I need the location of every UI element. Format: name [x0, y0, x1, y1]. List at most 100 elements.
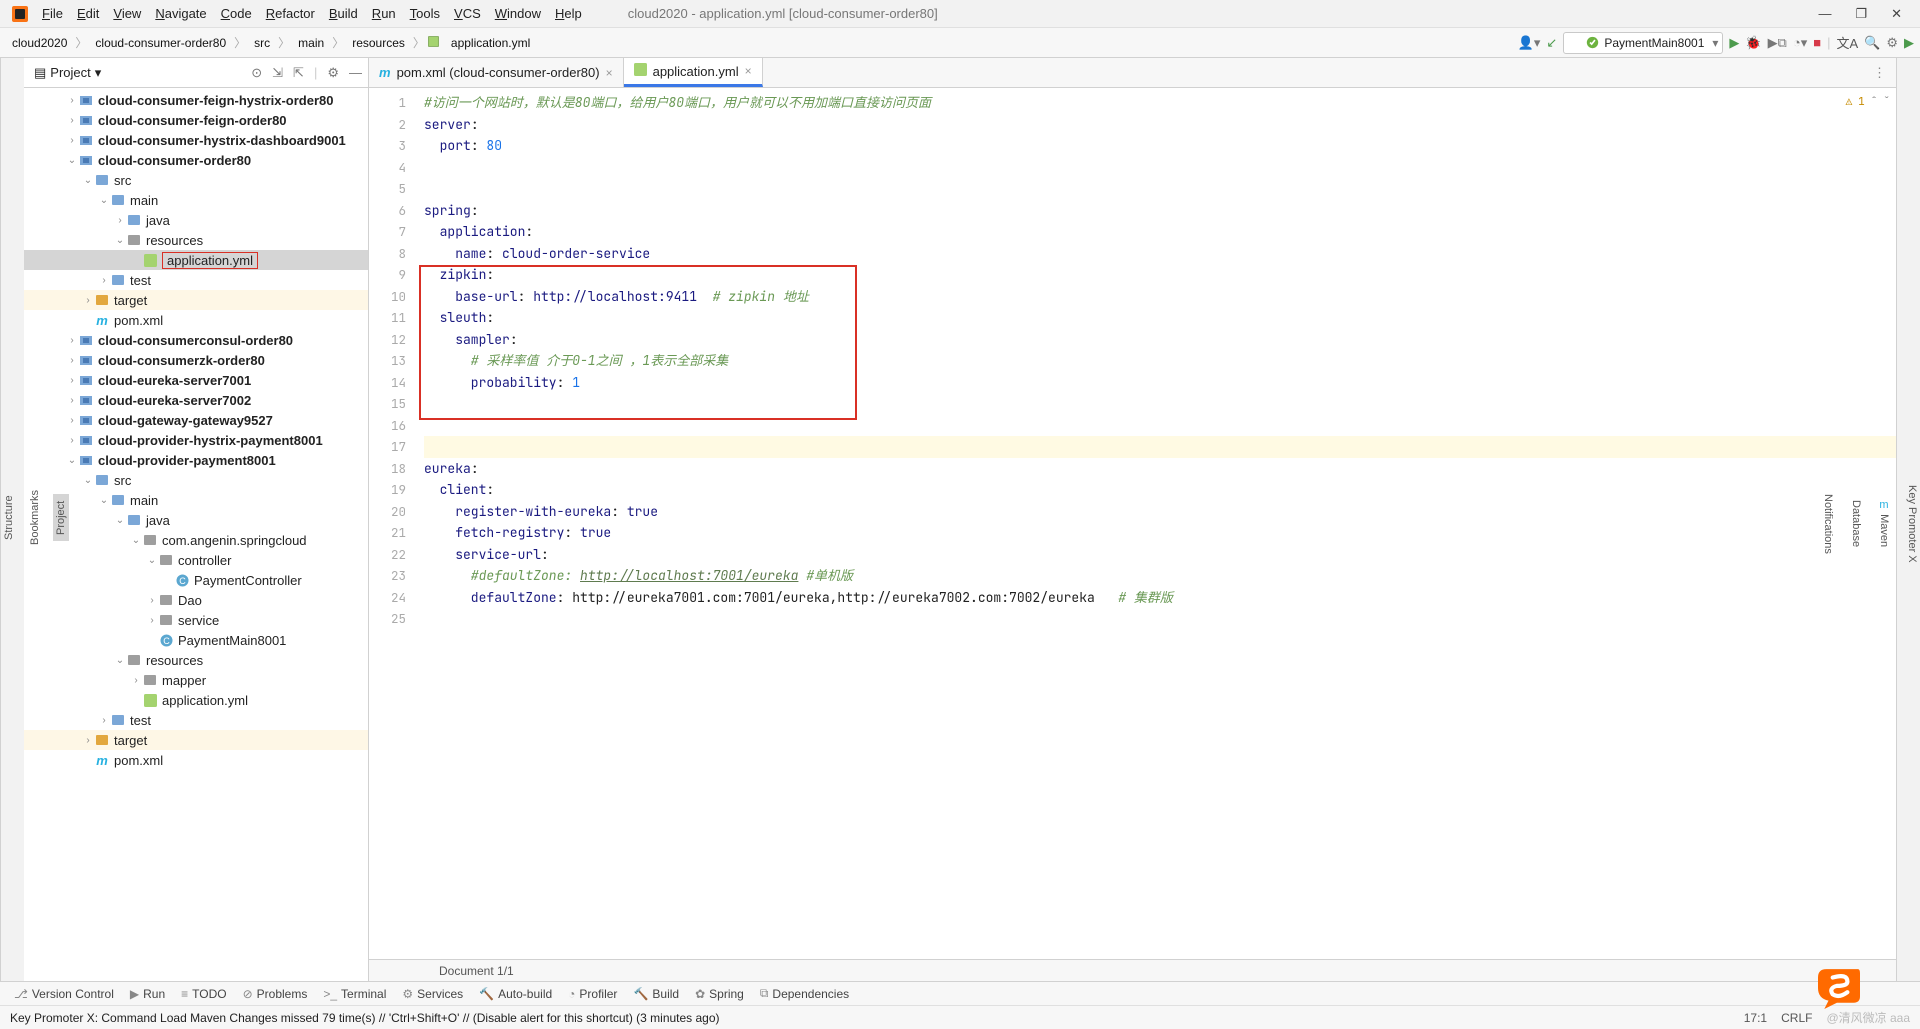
tab-actions-icon[interactable]: ⋮: [1873, 65, 1886, 81]
tree-node[interactable]: ›test: [24, 710, 368, 730]
editor-tab[interactable]: application.yml×: [624, 58, 763, 87]
tree-node[interactable]: ›cloud-consumerconsul-order80: [24, 330, 368, 350]
tree-node[interactable]: ›cloud-eureka-server7001: [24, 370, 368, 390]
right-tool-stripe[interactable]: Key Promoter X m Maven Database Notifica…: [1896, 58, 1920, 981]
tree-node[interactable]: ›service: [24, 610, 368, 630]
caret-position[interactable]: 17:1: [1744, 1011, 1767, 1025]
menu-file[interactable]: File: [36, 3, 69, 24]
tree-node[interactable]: ›java: [24, 210, 368, 230]
tree-node[interactable]: ›cloud-consumer-feign-hystrix-order80: [24, 90, 368, 110]
key-promoter-tool-button[interactable]: Key Promoter X: [1904, 479, 1920, 569]
tree-node[interactable]: ›target: [24, 730, 368, 750]
tool-dependencies[interactable]: ⧉Dependencies: [754, 984, 855, 1003]
translate-icon[interactable]: 文A: [1836, 33, 1858, 52]
menu-build[interactable]: Build: [323, 3, 364, 24]
tree-node[interactable]: ›mapper: [24, 670, 368, 690]
breadcrumb-segment[interactable]: application.yml: [445, 33, 536, 53]
project-view-combo[interactable]: ▤ Project ▾: [30, 63, 105, 83]
editor-tabs[interactable]: mpom.xml (cloud-consumer-order80)×applic…: [369, 58, 1896, 88]
project-tool-button[interactable]: Project: [53, 494, 69, 540]
tree-node[interactable]: ⌄src: [24, 170, 368, 190]
menu-view[interactable]: View: [107, 3, 147, 24]
tree-node[interactable]: ›target: [24, 290, 368, 310]
tool-terminal[interactable]: >_Terminal: [317, 985, 392, 1003]
tree-node[interactable]: ›Dao: [24, 590, 368, 610]
structure-tool-button[interactable]: Structure: [1, 489, 17, 546]
add-config-icon[interactable]: 👤▾: [1518, 35, 1541, 51]
settings-icon[interactable]: ⚙: [1886, 35, 1898, 51]
bottom-tool-stripe[interactable]: ⎇Version Control▶Run≡TODO ⊘Problems>_Term…: [0, 981, 1920, 1005]
expand-all-icon[interactable]: ⇲: [272, 65, 283, 81]
menu-run[interactable]: Run: [366, 3, 402, 24]
debug-button[interactable]: 🐞: [1745, 35, 1761, 51]
close-tab-icon[interactable]: ×: [745, 64, 752, 78]
tree-node[interactable]: ⌄cloud-consumer-order80: [24, 150, 368, 170]
tree-node[interactable]: ›cloud-gateway-gateway9527: [24, 410, 368, 430]
menu-window[interactable]: Window: [489, 3, 547, 24]
editor-tab[interactable]: mpom.xml (cloud-consumer-order80)×: [369, 58, 624, 87]
tool-todo[interactable]: ≡TODO: [175, 985, 232, 1003]
tree-node[interactable]: ⌄resources: [24, 650, 368, 670]
coverage-button[interactable]: ▶⧉: [1768, 35, 1787, 51]
menu-help[interactable]: Help: [549, 3, 588, 24]
menu-vcs[interactable]: VCS: [448, 3, 487, 24]
tree-node[interactable]: ›cloud-consumer-feign-order80: [24, 110, 368, 130]
tree-node[interactable]: mpom.xml: [24, 750, 368, 770]
code-editor[interactable]: ⚠1 ˆˇ #访问一个网站时，默认是80端口，给用户80端口，用户就可以不用加端…: [424, 88, 1896, 959]
tool-profiler[interactable]: ◔Profiler: [562, 985, 623, 1003]
menu-edit[interactable]: Edit: [71, 3, 105, 24]
tree-node[interactable]: ›cloud-provider-hystrix-payment8001: [24, 430, 368, 450]
tree-node[interactable]: mpom.xml: [24, 310, 368, 330]
left-tool-stripe[interactable]: Structure Bookmarks Project: [0, 58, 24, 981]
tree-node[interactable]: CPaymentController: [24, 570, 368, 590]
tree-node[interactable]: ⌄controller: [24, 550, 368, 570]
tree-node[interactable]: ⌄com.angenin.springcloud: [24, 530, 368, 550]
breadcrumb-segment[interactable]: cloud-consumer-order80: [89, 33, 232, 53]
tool-auto-build[interactable]: 🔨Auto-build: [473, 985, 558, 1003]
breadcrumb-segment[interactable]: main: [292, 33, 330, 53]
tree-node[interactable]: CPaymentMain8001: [24, 630, 368, 650]
select-opened-file-icon[interactable]: ⊙: [251, 65, 262, 81]
tool-version-control[interactable]: ⎇Version Control: [8, 985, 120, 1003]
project-tree[interactable]: ›cloud-consumer-feign-hystrix-order80›cl…: [24, 88, 368, 981]
execute-icon[interactable]: ▶: [1904, 35, 1914, 51]
menu-tools[interactable]: Tools: [404, 3, 446, 24]
breadcrumb[interactable]: cloud2020〉cloud-consumer-order80〉src〉mai…: [6, 33, 536, 53]
tree-node[interactable]: ›cloud-consumerzk-order80: [24, 350, 368, 370]
tool-services[interactable]: ⚙Services: [396, 985, 469, 1003]
search-everywhere-icon[interactable]: 🔍: [1864, 35, 1880, 51]
line-sep-indicator[interactable]: CRLF: [1781, 1011, 1812, 1025]
tree-node[interactable]: application.yml: [24, 690, 368, 710]
menu-code[interactable]: Code: [215, 3, 258, 24]
tree-node[interactable]: ⌄main: [24, 490, 368, 510]
tree-node[interactable]: ⌄cloud-provider-payment8001: [24, 450, 368, 470]
tool-problems[interactable]: ⊘Problems: [237, 985, 314, 1003]
profile-button[interactable]: ◔▾: [1793, 35, 1807, 51]
tool-spring[interactable]: ✿Spring: [689, 985, 750, 1003]
settings-icon[interactable]: ⚙: [327, 65, 339, 81]
breadcrumb-segment[interactable]: src: [248, 33, 276, 53]
breadcrumb-segment[interactable]: cloud2020: [6, 33, 73, 53]
run-button[interactable]: ▶: [1729, 35, 1739, 51]
run-configuration-combo[interactable]: PaymentMain8001 ▾: [1563, 32, 1723, 54]
tree-node[interactable]: ›test: [24, 270, 368, 290]
minimize-button[interactable]: —: [1818, 6, 1831, 22]
tree-node[interactable]: application.yml: [24, 250, 368, 270]
tree-node[interactable]: ⌄java: [24, 510, 368, 530]
tree-node[interactable]: ⌄resources: [24, 230, 368, 250]
maximize-button[interactable]: ❐: [1855, 6, 1867, 22]
hide-icon[interactable]: —: [349, 65, 362, 81]
build-icon[interactable]: ↙: [1546, 35, 1557, 51]
tree-node[interactable]: ›cloud-eureka-server7002: [24, 390, 368, 410]
close-tab-icon[interactable]: ×: [606, 66, 613, 80]
tool-run[interactable]: ▶Run: [124, 985, 171, 1003]
inspection-widget[interactable]: ⚠1 ˆˇ: [1842, 92, 1894, 114]
menu-navigate[interactable]: Navigate: [149, 3, 212, 24]
tree-node[interactable]: ⌄main: [24, 190, 368, 210]
breadcrumb-segment[interactable]: resources: [346, 33, 411, 53]
bookmarks-tool-button[interactable]: Bookmarks: [27, 484, 43, 551]
tree-node[interactable]: ⌄src: [24, 470, 368, 490]
tool-build[interactable]: 🔨Build: [627, 985, 685, 1003]
menu-refactor[interactable]: Refactor: [260, 3, 321, 24]
stop-button[interactable]: ■: [1813, 35, 1821, 50]
